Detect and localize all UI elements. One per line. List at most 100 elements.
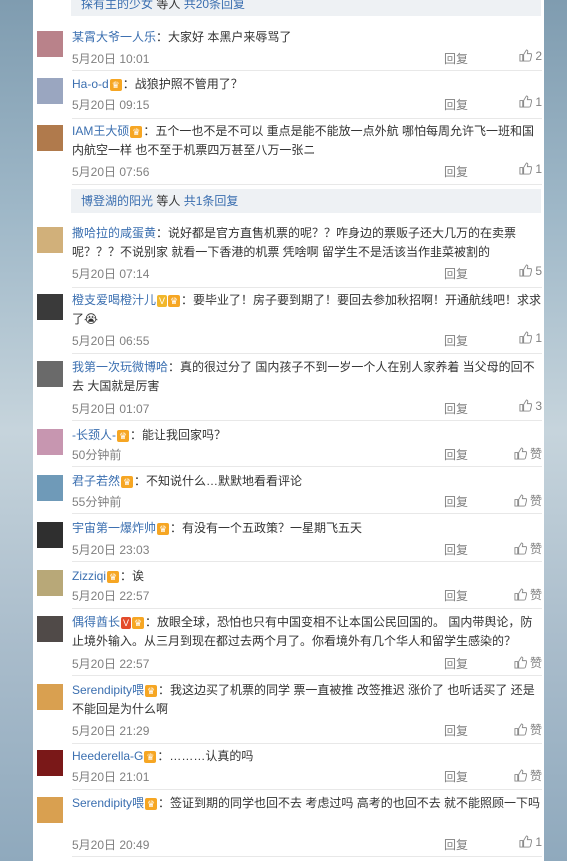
like-icon	[519, 835, 533, 848]
like-button[interactable]: 赞	[502, 445, 542, 462]
divider	[72, 743, 542, 744]
comment-username[interactable]: Serendipity喂	[72, 683, 144, 697]
like-button[interactable]: 1	[502, 331, 542, 345]
reply-button[interactable]: 回复	[444, 836, 468, 853]
like-count: 1	[535, 95, 542, 109]
divider	[72, 466, 542, 467]
sub-replies-top[interactable]: 探有主的少女 等人 共20条回复	[71, 0, 541, 16]
like-button[interactable]: 1	[502, 162, 542, 176]
like-count: 3	[535, 399, 542, 413]
vip-badge-icon: ♛	[121, 475, 134, 488]
comment-meta: 5月20日 22:57 回复 赞	[72, 587, 542, 603]
comment-username[interactable]: 撒哈拉的咸蛋黄	[72, 226, 156, 240]
comment-time: 5月20日 20:49	[72, 838, 150, 852]
like-button[interactable]: 赞	[502, 654, 542, 671]
comment-username[interactable]: 偶得酋长	[72, 615, 120, 629]
vip-badge-icon: ♛	[132, 616, 145, 629]
like-button[interactable]: 赞	[502, 767, 542, 784]
like-button[interactable]: 赞	[502, 721, 542, 738]
comment-content: ：能让我回家吗？	[130, 428, 227, 442]
like-count: 赞	[529, 656, 542, 670]
like-icon	[519, 95, 533, 108]
like-button[interactable]: 赞	[502, 586, 542, 603]
divider	[72, 561, 542, 562]
comment-username[interactable]: 我第一次玩微博哈	[72, 360, 168, 374]
avatar[interactable]	[37, 570, 63, 596]
like-button[interactable]: 3	[502, 399, 542, 413]
comment-username[interactable]: Heederella-G	[72, 749, 143, 763]
sub-reply-count[interactable]: 共1条回复	[184, 194, 239, 208]
reply-button[interactable]: 回复	[444, 493, 468, 510]
like-button[interactable]: 2	[502, 49, 542, 63]
like-button[interactable]: 赞	[502, 540, 542, 557]
reply-button[interactable]: 回复	[444, 400, 468, 417]
avatar[interactable]	[37, 616, 63, 642]
avatar[interactable]	[37, 294, 63, 320]
reply-button[interactable]: 回复	[444, 722, 468, 739]
comment-username[interactable]: IAM王大硕	[72, 124, 129, 138]
like-count: 赞	[529, 447, 542, 461]
reply-button[interactable]: 回复	[444, 332, 468, 349]
reply-button[interactable]: 回复	[444, 163, 468, 180]
comment-username[interactable]: 宇宙第一爆炸帅	[72, 521, 156, 535]
comment-username[interactable]: 某霄大爷一人乐	[72, 30, 156, 44]
comment-username[interactable]: Zizziqi	[72, 569, 106, 583]
like-button[interactable]: 1	[502, 835, 542, 849]
avatar[interactable]	[37, 684, 63, 710]
reply-button[interactable]: 回复	[444, 541, 468, 558]
divider	[72, 789, 542, 790]
comment-meta: 5月20日 01:07 回复 3	[72, 399, 542, 417]
comment-content: ：………认真的吗	[157, 749, 254, 763]
like-icon	[519, 331, 533, 344]
divider	[72, 420, 542, 421]
vip-badge-icon: ♛	[145, 797, 158, 810]
comment-meta: 5月20日 20:49 回复 1	[72, 835, 542, 853]
vip-badge-icon: ♛	[117, 429, 129, 442]
comment-text: 橙支爱喝橙汁儿 V ♛ ：要毕业了！房子要到期了！要回去参加秋招啊！开通航线吧！求求了…	[72, 291, 542, 329]
avatar[interactable]	[37, 797, 63, 823]
comment-username[interactable]: Ha-o-d	[72, 77, 109, 91]
avatar[interactable]	[37, 750, 63, 776]
like-icon	[514, 447, 527, 460]
avatar[interactable]	[37, 522, 63, 548]
comment-text: Heederella-G ♛ ：………认真的吗	[72, 747, 542, 766]
divider	[72, 184, 542, 185]
avatar[interactable]	[37, 125, 63, 151]
divider	[72, 513, 542, 514]
like-button[interactable]: 赞	[502, 492, 542, 509]
divider	[72, 287, 542, 288]
avatar[interactable]	[37, 31, 63, 57]
comment-username[interactable]: 橙支爱喝橙汁儿	[72, 293, 156, 307]
comment-panel: 探有主的少女 等人 共20条回复 某霄大爷一人乐：大家好 本黑户来辱骂了 5月20…	[33, 0, 544, 861]
vip-badge-icon: ♛	[107, 570, 120, 583]
reply-button[interactable]: 回复	[444, 655, 468, 672]
sub-reply-text: 等人	[153, 194, 184, 208]
divider	[72, 70, 542, 71]
avatar[interactable]	[37, 78, 63, 104]
comment-time: 5月20日 07:56	[72, 165, 150, 179]
like-button[interactable]: 5	[502, 264, 542, 278]
avatar[interactable]	[37, 429, 63, 455]
sub-replies-more[interactable]: 博登湖的阳光 等人 共1条回复	[71, 189, 541, 213]
comment-text: Ha-o-d ♛ ：战狼护照不管用了？	[72, 75, 542, 94]
reply-button[interactable]: 回复	[444, 587, 468, 604]
reply-button[interactable]: 回复	[444, 768, 468, 785]
avatar[interactable]	[37, 475, 63, 501]
reply-button[interactable]: 回复	[444, 446, 468, 463]
divider	[72, 608, 542, 609]
comment-username[interactable]: Serendipity喂	[72, 796, 144, 810]
reply-button[interactable]: 回复	[444, 50, 468, 67]
avatar[interactable]	[37, 227, 63, 253]
like-count: 赞	[529, 723, 542, 737]
reply-button[interactable]: 回复	[444, 265, 468, 282]
reply-button[interactable]: 回复	[444, 96, 468, 113]
like-button[interactable]: 1	[502, 95, 542, 109]
avatar[interactable]	[37, 361, 63, 387]
comment-username[interactable]: 君子若然	[72, 474, 120, 488]
sub-reply-user[interactable]: 博登湖的阳光	[81, 194, 153, 208]
sub-reply-user[interactable]: 探有主的少女	[71, 0, 153, 11]
sub-reply-count[interactable]: 共20条回复	[184, 0, 245, 11]
comment-content: ：诶	[120, 569, 145, 583]
like-icon	[514, 494, 527, 507]
comment-username[interactable]: -长颈人-	[72, 428, 116, 442]
